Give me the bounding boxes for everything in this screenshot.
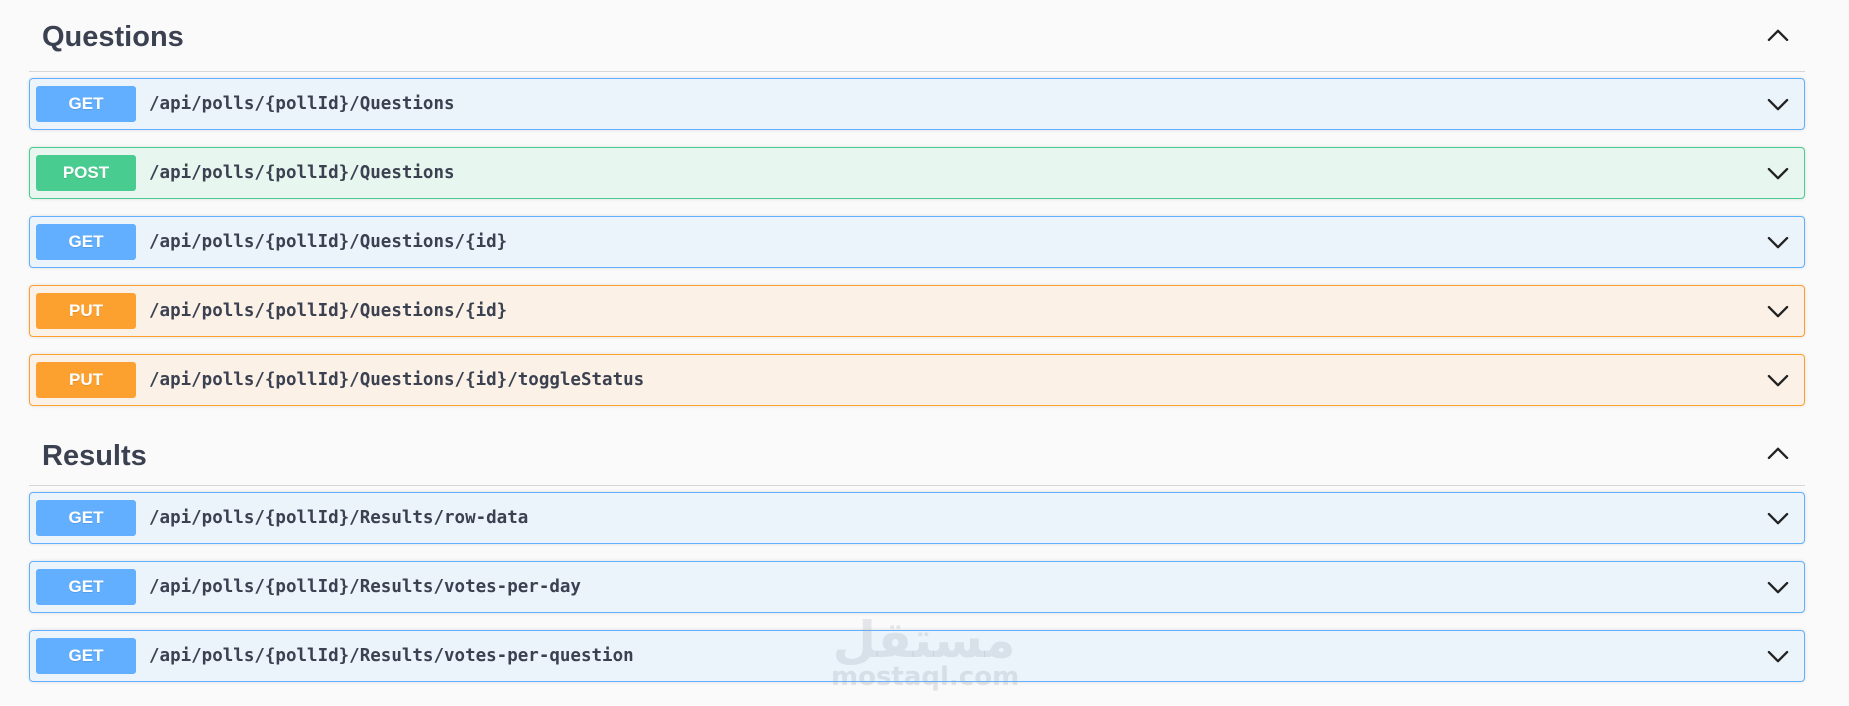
tag-title: Results: [42, 439, 147, 472]
swagger-page: Questions GET /api/polls/{pollId}/Questi…: [0, 0, 1849, 706]
operation-path: /api/polls/{pollId}/Questions: [149, 163, 455, 183]
operation-path: /api/polls/{pollId}/Questions/{id}: [149, 232, 508, 252]
tag-section-results: Results GET /api/polls/{pollId}/Results/…: [29, 423, 1805, 682]
method-badge: GET: [36, 86, 136, 122]
operation-block[interactable]: GET /api/polls/{pollId}/Results/votes-pe…: [29, 561, 1805, 613]
operation-block[interactable]: PUT /api/polls/{pollId}/Questions/{id}: [29, 285, 1805, 337]
chevron-down-icon[interactable]: [1765, 505, 1791, 531]
method-badge: GET: [36, 569, 136, 605]
operation-block[interactable]: GET /api/polls/{pollId}/Results/votes-pe…: [29, 630, 1805, 682]
operations-list: GET /api/polls/{pollId}/Results/row-data…: [29, 486, 1805, 682]
method-badge: GET: [36, 638, 136, 674]
chevron-down-icon[interactable]: [1765, 298, 1791, 324]
chevron-down-icon[interactable]: [1765, 160, 1791, 186]
method-badge: GET: [36, 500, 136, 536]
tag-section-questions: Questions GET /api/polls/{pollId}/Questi…: [29, 0, 1805, 406]
operation-block[interactable]: GET /api/polls/{pollId}/Questions: [29, 78, 1805, 130]
chevron-down-icon[interactable]: [1765, 643, 1791, 669]
chevron-down-icon[interactable]: [1765, 367, 1791, 393]
chevron-down-icon[interactable]: [1765, 91, 1791, 117]
operation-path: /api/polls/{pollId}/Results/votes-per-qu…: [149, 646, 634, 666]
operation-block[interactable]: POST /api/polls/{pollId}/Questions: [29, 147, 1805, 199]
tag-title: Questions: [42, 21, 184, 53]
operation-block[interactable]: GET /api/polls/{pollId}/Results/row-data: [29, 492, 1805, 544]
operation-path: /api/polls/{pollId}/Questions: [149, 94, 455, 114]
tag-header-results[interactable]: Results: [29, 423, 1805, 486]
method-badge: PUT: [36, 362, 136, 398]
operation-path: /api/polls/{pollId}/Results/votes-per-da…: [149, 577, 581, 597]
method-badge: GET: [36, 224, 136, 260]
chevron-up-icon[interactable]: [1765, 441, 1791, 467]
chevron-down-icon[interactable]: [1765, 229, 1791, 255]
method-badge: POST: [36, 155, 136, 191]
operation-path: /api/polls/{pollId}/Questions/{id}: [149, 301, 508, 321]
operations-list: GET /api/polls/{pollId}/Questions POST /…: [29, 72, 1805, 406]
operation-block[interactable]: GET /api/polls/{pollId}/Questions/{id}: [29, 216, 1805, 268]
operation-path: /api/polls/{pollId}/Questions/{id}/toggl…: [149, 370, 645, 390]
chevron-up-icon[interactable]: [1765, 23, 1791, 49]
method-badge: PUT: [36, 293, 136, 329]
chevron-down-icon[interactable]: [1765, 574, 1791, 600]
operation-path: /api/polls/{pollId}/Results/row-data: [149, 508, 529, 528]
operation-block[interactable]: PUT /api/polls/{pollId}/Questions/{id}/t…: [29, 354, 1805, 406]
tag-header-questions[interactable]: Questions: [29, 0, 1805, 72]
